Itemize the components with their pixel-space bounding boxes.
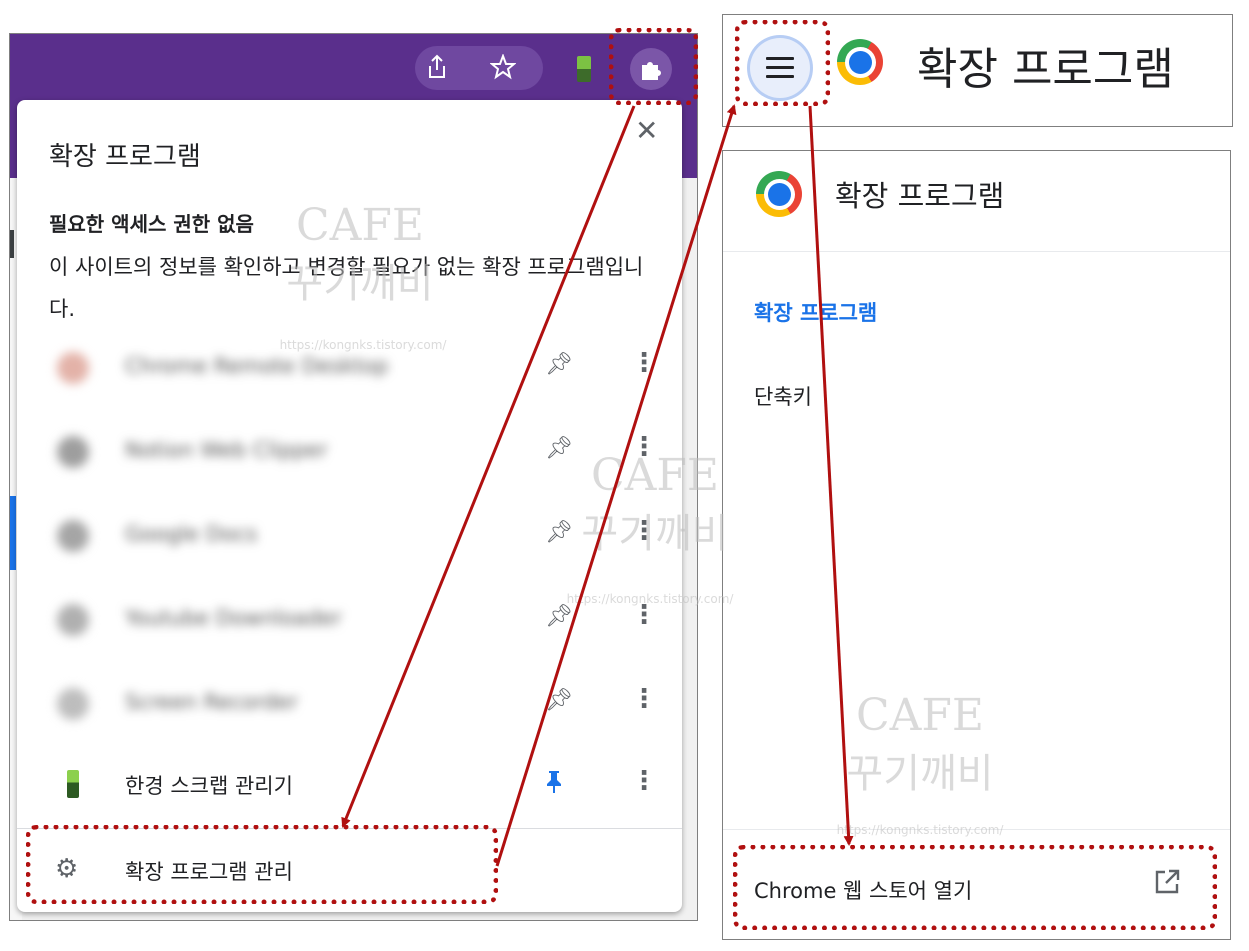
- highlight-box: [609, 28, 698, 105]
- annotation-arrow: [808, 105, 854, 846]
- annotation-arrows: [341, 104, 854, 867]
- annotation-arrow: [495, 104, 737, 867]
- highlight-box: [735, 20, 830, 106]
- annotation-arrow: [341, 105, 636, 828]
- highlight-box: [26, 825, 498, 904]
- highlight-box: [733, 845, 1217, 930]
